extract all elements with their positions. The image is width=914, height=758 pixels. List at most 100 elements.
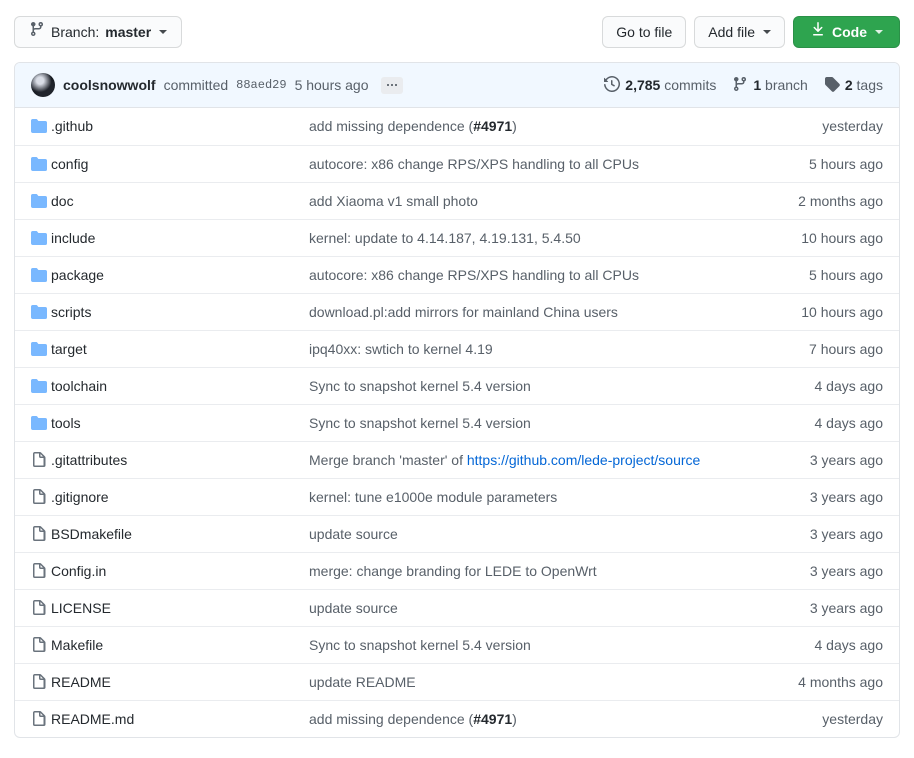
commit-message-link[interactable]: kernel: tune e1000e module parameters (309, 489, 557, 505)
table-row: .github add missing dependence (#4971) yes… (15, 108, 899, 145)
commit-age: 4 days ago (749, 403, 899, 441)
commit-message-link[interactable]: add missing dependence (#4971) (309, 118, 517, 134)
commit-age: 3 years ago (749, 551, 899, 589)
code-button[interactable]: Code (793, 16, 900, 48)
file-name-link[interactable]: README (51, 674, 111, 690)
commit-age: 10 hours ago (749, 218, 899, 256)
branch-label-prefix: Branch: (51, 24, 100, 40)
commit-age: yesterday (822, 118, 883, 135)
folder-name-link[interactable]: include (51, 230, 95, 246)
folder-name-link[interactable]: scripts (51, 304, 91, 320)
folder-icon (31, 230, 51, 246)
commit-message-link[interactable]: Merge branch 'master' of https://github.… (309, 452, 700, 468)
chevron-down-icon (159, 30, 168, 34)
commit-message-link[interactable]: update source (309, 600, 398, 616)
commit-message-link[interactable]: update README (309, 674, 416, 690)
commit-message-link[interactable]: merge: change branding for LEDE to OpenW… (309, 563, 597, 579)
issue-reference[interactable]: #4971 (473, 711, 512, 727)
commit-message-link[interactable]: Sync to snapshot kernel 5.4 version (309, 637, 531, 653)
commit-message-link[interactable]: add missing dependence (#4971) (309, 711, 517, 727)
issue-reference[interactable]: #4971 (473, 118, 512, 134)
table-row: scripts download.pl:add mirrors for mainl… (15, 292, 899, 330)
table-row: doc add Xiaoma v1 small photo 2 months ago (15, 181, 899, 219)
file-icon (31, 673, 51, 690)
file-name-link[interactable]: .gitignore (51, 489, 109, 505)
branches-stat-link[interactable]: 1 branch (732, 76, 808, 95)
chevron-down-icon (875, 30, 883, 34)
folder-name-link[interactable]: .github (51, 118, 93, 134)
commit-message-link[interactable]: update source (309, 526, 398, 542)
folder-name-link[interactable]: tools (51, 415, 81, 431)
table-row: README.md add missing dependence (#4971) y… (15, 699, 899, 737)
file-icon (31, 488, 51, 505)
chevron-down-icon (763, 30, 771, 34)
folder-name-link[interactable]: doc (51, 193, 74, 209)
git-branch-icon (29, 17, 45, 47)
file-name-link[interactable]: Makefile (51, 637, 103, 653)
folder-name-link[interactable]: config (51, 156, 88, 172)
file-name-link[interactable]: BSDmakefile (51, 526, 132, 542)
avatar[interactable] (31, 73, 55, 97)
commit-age: 2 months ago (749, 181, 899, 219)
folder-name-link[interactable]: package (51, 267, 104, 283)
file-icon (31, 525, 51, 542)
table-row: tools Sync to snapshot kernel 5.4 version… (15, 403, 899, 441)
commit-author-link[interactable]: coolsnowwolf (63, 77, 156, 93)
commit-age: yesterday (749, 699, 899, 737)
tags-stat-link[interactable]: 2 tags (824, 76, 883, 95)
add-file-label: Add file (708, 24, 755, 40)
table-row: BSDmakefile update source 3 years ago (15, 514, 899, 552)
add-file-button[interactable]: Add file (694, 16, 785, 48)
file-name-link[interactable]: Config.in (51, 563, 106, 579)
table-row: package autocore: x86 change RPS/XPS hand… (15, 255, 899, 293)
file-name-link[interactable]: LICENSE (51, 600, 111, 616)
table-row: README update README 4 months ago (15, 662, 899, 700)
commit-sha-link[interactable]: 88aed29 (236, 78, 286, 92)
commits-label: commits (664, 77, 717, 93)
repository-file-browser: coolsnowwolf committed 88aed29 5 hours a… (14, 62, 900, 738)
commits-stat-link[interactable]: 2,785 commits (604, 75, 717, 95)
commit-age: 7 hours ago (749, 329, 899, 367)
commit-message-link[interactable]: download.pl:add mirrors for mainland Chi… (309, 304, 618, 320)
table-row: toolchain Sync to snapshot kernel 5.4 ver… (15, 366, 899, 404)
commit-message-link[interactable]: autocore: x86 change RPS/XPS handling to… (309, 156, 639, 172)
go-to-file-button[interactable]: Go to file (602, 16, 687, 48)
folder-icon (31, 415, 51, 431)
tags-label: tags (856, 77, 883, 93)
commit-message-link[interactable]: autocore: x86 change RPS/XPS handling to… (309, 267, 639, 283)
file-name-link[interactable]: README.md (51, 711, 134, 727)
latest-commit-info: coolsnowwolf committed 88aed29 5 hours a… (31, 73, 403, 97)
folder-icon (31, 304, 51, 320)
commit-age: 3 years ago (749, 588, 899, 626)
commit-message-link[interactable]: Sync to snapshot kernel 5.4 version (309, 415, 531, 431)
commit-age: 4 months ago (749, 662, 899, 700)
file-icon (31, 599, 51, 616)
dot-icon (394, 84, 397, 86)
branch-selector-button[interactable]: Branch: master (14, 16, 183, 48)
toolbar-actions: Go to file Add file Code (602, 16, 900, 48)
commit-age: 5 hours ago (749, 255, 899, 293)
commits-count: 2,785 (625, 77, 661, 93)
commit-message-link[interactable]: ipq40xx: swtich to kernel 4.19 (309, 341, 493, 357)
history-icon (604, 75, 621, 95)
tag-icon (824, 76, 840, 95)
commit-message-link[interactable]: Sync to snapshot kernel 5.4 version (309, 378, 531, 394)
folder-icon (31, 156, 51, 172)
dot-icon (386, 84, 389, 86)
folder-name-link[interactable]: target (51, 341, 87, 357)
table-row: .gitignore kernel: tune e1000e module par… (15, 477, 899, 515)
code-label: Code (832, 24, 867, 40)
file-list-table: .github add missing dependence (#4971) yes… (15, 108, 899, 737)
folder-icon (31, 267, 51, 283)
commit-message-expander-button[interactable] (380, 76, 403, 94)
commit-message-url[interactable]: https://github.com/lede-project/source (467, 452, 700, 468)
commit-age: 5 hours ago (749, 144, 899, 182)
folder-icon (31, 118, 51, 134)
folder-name-link[interactable]: toolchain (51, 378, 107, 394)
commit-message-link[interactable]: add Xiaoma v1 small photo (309, 193, 478, 209)
file-list-body: .github add missing dependence (#4971) yes… (15, 108, 899, 737)
commit-age: 4 days ago (749, 625, 899, 663)
file-name-link[interactable]: .gitattributes (51, 452, 127, 468)
table-row: Makefile Sync to snapshot kernel 5.4 vers… (15, 625, 899, 663)
commit-message-link[interactable]: kernel: update to 4.14.187, 4.19.131, 5.… (309, 230, 581, 246)
